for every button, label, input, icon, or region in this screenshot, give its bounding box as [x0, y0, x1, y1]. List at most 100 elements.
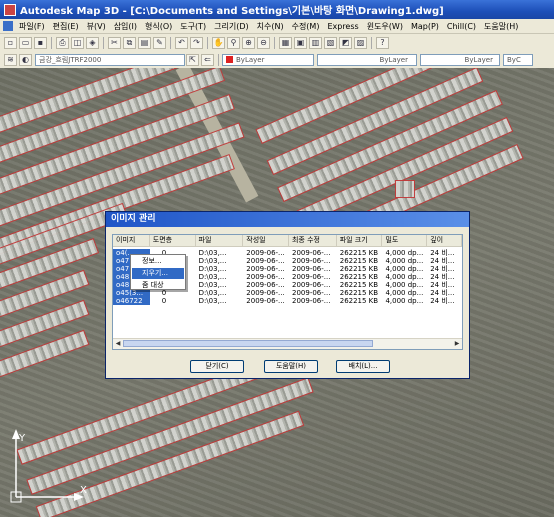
toolbar-separator [103, 36, 104, 49]
markup-icon[interactable]: ◩ [339, 36, 352, 49]
column-header-file[interactable]: 파일 [196, 235, 244, 246]
context-menu: 정보... 지우기... 줌 대상 [130, 254, 186, 290]
cell-file: D:\03,... [198, 257, 227, 265]
layer-previous-icon[interactable]: ⇐ [201, 53, 214, 66]
horizontal-scrollbar[interactable]: ◀ ▶ [113, 338, 462, 349]
cell-size: 262215 KB [339, 265, 379, 273]
menu-dimension[interactable]: 치수(N) [253, 21, 288, 32]
context-menu-details[interactable]: 정보... [132, 256, 184, 267]
layer-manager-icon[interactable]: ≋ [4, 53, 17, 66]
menu-draw[interactable]: 그리기(D) [210, 21, 252, 32]
design-center-icon[interactable]: ▣ [294, 36, 307, 49]
place-button[interactable]: 배치(L)... [336, 360, 390, 373]
properties-icon[interactable]: ▦ [279, 36, 292, 49]
zoom-window-icon[interactable]: ⊕ [242, 36, 255, 49]
toolbar-separator [218, 53, 219, 66]
scrollbar-thumb[interactable] [123, 340, 373, 347]
cell-depth: 24 비... [430, 281, 455, 289]
menu-map[interactable]: Map(P) [407, 22, 443, 31]
context-menu-zoom-to[interactable]: 줌 대상 [132, 280, 184, 291]
menu-file[interactable]: 파일(F) [15, 21, 49, 32]
color-dropdown[interactable]: ByLayer [222, 53, 314, 66]
menu-view[interactable]: 뷰(V) [83, 21, 110, 32]
column-header-image[interactable]: 이미지 [113, 235, 150, 246]
menu-window[interactable]: 윈도우(W) [363, 21, 407, 32]
scroll-right-icon[interactable]: ▶ [452, 339, 462, 349]
calculator-icon[interactable]: ▨ [354, 36, 367, 49]
scroll-left-icon[interactable]: ◀ [113, 339, 123, 349]
print-preview-icon[interactable]: ◫ [71, 36, 84, 49]
context-menu-detach[interactable]: 지우기... [132, 268, 184, 279]
app-icon[interactable] [4, 3, 16, 16]
lineweight-dropdown[interactable]: ByLayer [420, 53, 500, 66]
help-button[interactable]: 도움말(H) [264, 360, 318, 373]
menu-modify[interactable]: 수정(M) [288, 21, 324, 32]
cell-depth: 24 비... [430, 273, 455, 281]
cell-density: 4,000 dp... [385, 289, 424, 297]
layer-dropdown[interactable]: 금강_흐림JTRF2000 [35, 53, 185, 66]
publish-icon[interactable]: ◈ [86, 36, 99, 49]
cell-modified: 2009-06-... [292, 249, 331, 257]
paste-icon[interactable]: ▤ [138, 36, 151, 49]
toolbar-separator [371, 36, 372, 49]
cell-density: 4,000 dp... [385, 281, 424, 289]
cell-file: D:\03,... [198, 281, 227, 289]
menu-tools[interactable]: 도구(T) [176, 21, 210, 32]
menu-format[interactable]: 형식(O) [141, 21, 176, 32]
layer-state-icon[interactable]: ◐ [19, 53, 32, 66]
cell-density: 4,000 dp... [385, 273, 424, 281]
table-row[interactable]: o46722 0 D:\03,... 2009-06-... 2009-06-.… [113, 297, 462, 305]
cell-size: 262215 KB [339, 289, 379, 297]
zoom-previous-icon[interactable]: ⊖ [257, 36, 270, 49]
cell-depth: 24 비... [430, 297, 455, 305]
tool-palettes-icon[interactable]: ▥ [309, 36, 322, 49]
linetype-value: ByLayer [379, 55, 408, 64]
save-icon[interactable]: ▪ [34, 36, 47, 49]
plot-style-value: ByC [507, 55, 521, 64]
menu-insert[interactable]: 삽입(I) [110, 21, 141, 32]
make-object-layer-current-icon[interactable]: ⇱ [186, 53, 199, 66]
toolbar-separator [274, 36, 275, 49]
menu-chill[interactable]: Chill(C) [443, 22, 480, 31]
menu-express[interactable]: Express [323, 22, 362, 31]
document-icon[interactable] [3, 21, 13, 31]
print-icon[interactable]: ⎙ [56, 36, 69, 49]
linetype-dropdown[interactable]: ByLayer [317, 53, 417, 66]
copy-icon[interactable]: ⧉ [123, 36, 136, 49]
redo-icon[interactable]: ↷ [190, 36, 203, 49]
close-button[interactable]: 닫기(C) [190, 360, 244, 373]
menu-help[interactable]: 도움말(H) [480, 21, 522, 32]
zoom-realtime-icon[interactable]: ⚲ [227, 36, 240, 49]
open-file-icon[interactable]: ▭ [19, 36, 32, 49]
help-icon[interactable]: ? [376, 36, 389, 49]
cell-file: D:\03,... [198, 265, 227, 273]
cell-depth: 24 비... [430, 265, 455, 273]
menu-edit[interactable]: 편집(E) [49, 21, 83, 32]
cell-image: o46722 [113, 297, 150, 305]
column-header-created[interactable]: 작성일 [243, 235, 289, 246]
cell-size: 262215 KB [339, 249, 379, 257]
color-value: ByLayer [236, 55, 265, 64]
column-header-size[interactable]: 파일 크기 [337, 235, 383, 246]
column-header-modified[interactable]: 최종 수정 [289, 235, 337, 246]
cell-depth: 24 비... [430, 289, 455, 297]
pan-icon[interactable]: ✋ [212, 36, 225, 49]
sheet-set-icon[interactable]: ▧ [324, 36, 337, 49]
cell-size: 262215 KB [339, 281, 379, 289]
image-list[interactable]: 이미지 도면층 파일 작성일 최종 수정 파일 크기 밀도 깊이 o4(... … [112, 234, 463, 350]
cut-icon[interactable]: ✂ [108, 36, 121, 49]
column-header-layer[interactable]: 도면층 [150, 235, 196, 246]
match-properties-icon[interactable]: ✎ [153, 36, 166, 49]
column-header-depth[interactable]: 깊이 [427, 235, 462, 246]
plot-style-dropdown[interactable]: ByC [503, 53, 533, 66]
new-file-icon[interactable]: ▫ [4, 36, 17, 49]
cell-modified: 2009-06-... [292, 257, 331, 265]
cell-created: 2009-06-... [246, 289, 285, 297]
column-header-density[interactable]: 밀도 [382, 235, 428, 246]
layer-name: 금강_흐림JTRF2000 [39, 55, 102, 64]
toolbar-separator [207, 36, 208, 49]
cell-size: 262215 KB [339, 257, 379, 265]
undo-icon[interactable]: ↶ [175, 36, 188, 49]
layers-toolbar: ≋ ◐ 금강_흐림JTRF2000 ⇱ ⇐ ByLayer ByLayer By… [0, 51, 554, 69]
cell-size: 262215 KB [339, 297, 379, 305]
